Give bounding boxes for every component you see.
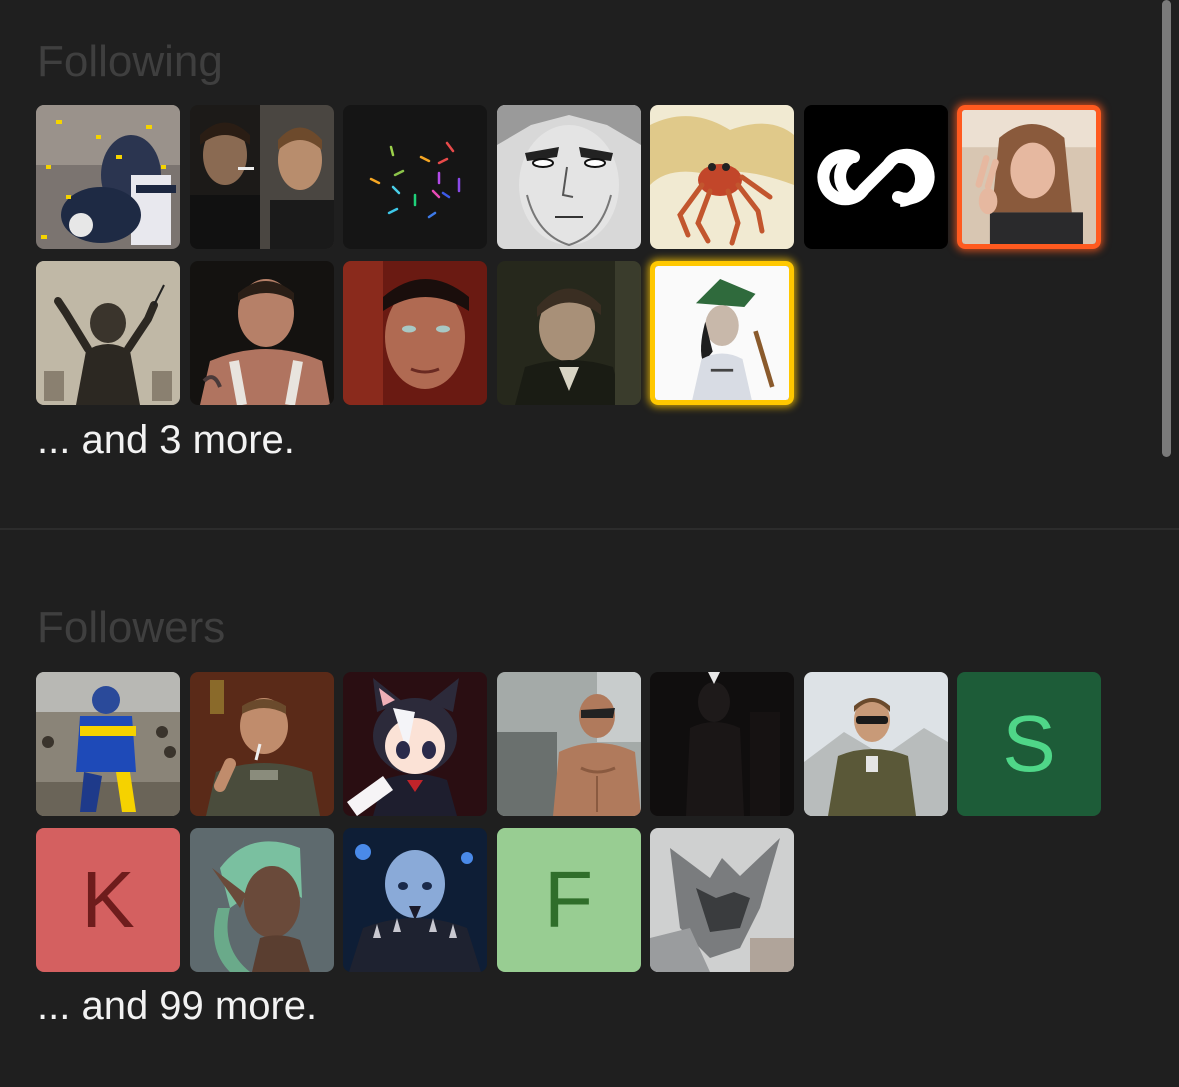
following-more-text: ... and 3 more. (37, 418, 295, 462)
followers-title: Followers (37, 603, 226, 652)
following-avatar-manga-face[interactable] (496, 105, 641, 249)
man-portrait-red-icon (343, 261, 487, 405)
anime-catgirl-drawing-icon (343, 672, 487, 816)
men-smoking-photo-icon (189, 105, 334, 249)
followers-more-text: ... and 99 more. (37, 984, 318, 1028)
avatar-initial-s: S (957, 672, 1101, 816)
blue-villain-render-icon (343, 828, 487, 972)
follower-avatar-blue-villain[interactable] (343, 828, 487, 972)
following-avatar-man-red[interactable] (343, 261, 487, 405)
elf-3d-render-icon (189, 828, 334, 972)
follower-avatar-racing-driver[interactable] (36, 672, 180, 816)
following-avatar-crab[interactable] (650, 105, 794, 249)
wolf-drawing-icon (650, 828, 794, 972)
follower-avatar-anime-catgirl[interactable] (343, 672, 487, 816)
follower-avatar-letter-k[interactable]: K (36, 828, 180, 972)
man-sunglasses-photo-icon (803, 672, 948, 816)
following-avatar-confetti-logo[interactable] (343, 105, 487, 249)
hunter-hat-figure-icon (655, 266, 789, 400)
manga-face-drawing-icon (496, 105, 641, 249)
follower-avatar-dark-figure[interactable] (650, 672, 794, 816)
following-avatar-football-player[interactable] (36, 105, 180, 249)
racing-driver-photo-icon (36, 672, 180, 816)
profile-connections-panel: Following ... and 3 more. Followers S K … (0, 0, 1179, 1087)
section-divider (0, 528, 1179, 530)
confetti-lines-logo-icon (343, 105, 487, 249)
following-avatar-girl-selfie[interactable] (957, 105, 1101, 249)
avatar-initial-k: K (36, 828, 180, 972)
dark-figure-photo-icon (650, 672, 794, 816)
following-avatar-men-smoking[interactable] (189, 105, 334, 249)
conductor-engraving-icon (36, 261, 180, 405)
following-avatar-infinity-logo[interactable] (803, 105, 948, 249)
following-avatar-muscular-man[interactable] (189, 261, 334, 405)
avatar-initial-f: F (496, 828, 641, 972)
follower-avatar-elf[interactable] (189, 828, 334, 972)
following-grid (36, 105, 1101, 405)
man-portrait-dark-icon (496, 261, 641, 405)
follower-avatar-letter-f[interactable]: F (496, 828, 641, 972)
muscular-man-photo-icon (189, 261, 334, 405)
following-title: Following (37, 37, 223, 86)
following-avatar-hunter-hat[interactable] (650, 261, 794, 405)
followers-grid: S K F (36, 672, 1101, 972)
crab-illustration-icon (650, 105, 794, 249)
girl-selfie-photo-icon (962, 110, 1096, 244)
following-avatar-conductor[interactable] (36, 261, 180, 405)
infinity-logo-icon (803, 105, 948, 249)
follower-avatar-officer-pipe[interactable] (189, 672, 334, 816)
follower-avatar-man-sunglasses[interactable] (803, 672, 948, 816)
follower-avatar-wolf[interactable] (650, 828, 794, 972)
follower-avatar-shirtless-man[interactable] (496, 672, 641, 816)
follower-avatar-letter-s[interactable]: S (957, 672, 1101, 816)
officer-pipe-photo-icon (189, 672, 334, 816)
shirtless-man-photo-icon (496, 672, 641, 816)
football-player-photo-icon (36, 105, 180, 249)
vertical-scrollbar[interactable] (1162, 0, 1171, 457)
following-avatar-man-dark[interactable] (496, 261, 641, 405)
